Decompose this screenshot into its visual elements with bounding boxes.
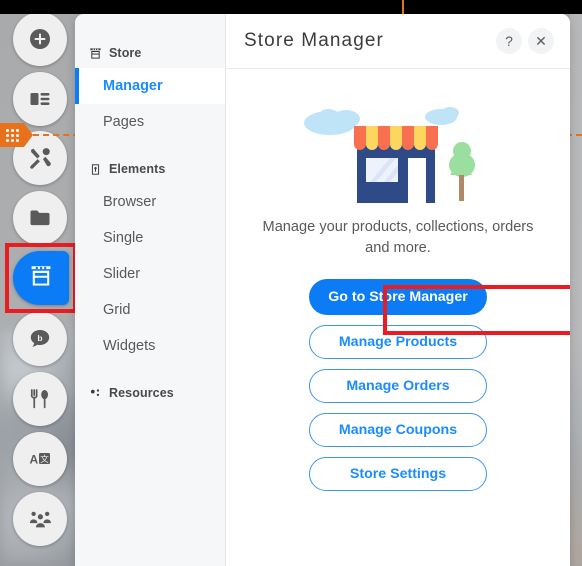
storefront-illustration [298, 93, 498, 203]
grip-dots-icon [5, 128, 19, 142]
store-settings-button[interactable]: Store Settings [309, 457, 487, 491]
manage-coupons-button[interactable]: Manage Coupons [309, 413, 487, 447]
sidebar-item-grid[interactable]: Grid [75, 292, 225, 328]
panel-description: Manage your products, collections, order… [262, 219, 534, 256]
manage-products-button[interactable]: Manage Products [309, 325, 487, 359]
page-background-right-strip [570, 0, 582, 566]
go-to-store-manager-button[interactable]: Go to Store Manager [309, 279, 487, 315]
store-button-highlight-box [5, 243, 77, 313]
add-button[interactable] [13, 12, 67, 66]
translate-button[interactable]: A 文 [13, 432, 67, 486]
sidebar-group-label: Store [109, 46, 142, 60]
sidebar-group-elements: Elements [75, 154, 225, 184]
svg-text:文: 文 [40, 454, 49, 464]
tag-icon [89, 163, 102, 176]
sidebar-item-label: Pages [103, 114, 145, 130]
top-black-bar [0, 0, 582, 14]
people-button[interactable] [13, 492, 67, 546]
left-toolbar: b A 文 [0, 0, 80, 566]
sidebar-item-label: Single [103, 230, 144, 246]
panel-sidebar: Store Manager Pages Elements Browser Sin… [75, 14, 226, 566]
translate-icon: A 文 [28, 447, 52, 471]
close-button[interactable]: ✕ [528, 28, 554, 54]
sidebar-group-label: Resources [109, 386, 174, 400]
screen-root: b A 文 Store Manager Pages Elements Brows… [0, 0, 582, 566]
sidebar-item-manager[interactable]: Manager [75, 68, 225, 104]
page-title: Store Manager [244, 30, 384, 51]
people-group-icon [28, 507, 53, 532]
sidebar-item-label: Browser [103, 194, 157, 210]
top-bar-orange-tick [402, 0, 404, 14]
sidebar-group-label: Elements [109, 162, 166, 176]
sidebar-group-store: Store [75, 38, 225, 68]
sidebar-item-pages[interactable]: Pages [75, 104, 225, 140]
sidebar-group-resources[interactable]: Resources [75, 378, 225, 408]
sidebar-item-label: Widgets [103, 338, 156, 354]
sidebar-item-label: Manager [103, 78, 163, 94]
manage-orders-button[interactable]: Manage Orders [309, 369, 487, 403]
help-button[interactable]: ? [496, 28, 522, 54]
panel-header: Store Manager ? ✕ [226, 14, 570, 69]
panel-content: Store Manager ? ✕ Manage your products, … [226, 14, 570, 566]
store-manager-panel: Store Manager Pages Elements Browser Sin… [75, 14, 570, 566]
store-icon [89, 47, 102, 60]
fork-spoon-icon [28, 387, 52, 411]
folder-button[interactable] [13, 191, 67, 245]
layout-icon [28, 87, 52, 111]
sidebar-item-label: Slider [103, 266, 141, 282]
sidebar-item-browser[interactable]: Browser [75, 184, 225, 220]
panel-body: Manage your products, collections, order… [226, 69, 570, 491]
drag-grip-handle[interactable] [0, 123, 33, 147]
plus-circle-icon [28, 27, 52, 51]
sidebar-item-single[interactable]: Single [75, 220, 225, 256]
tools-icon [28, 146, 53, 171]
chat-bubble-b-icon: b [28, 327, 52, 351]
sidebar-item-label: Grid [103, 302, 131, 318]
restaurant-button[interactable] [13, 372, 67, 426]
blog-button[interactable]: b [13, 312, 67, 366]
layout-button[interactable] [13, 72, 67, 126]
svg-text:b: b [37, 333, 42, 343]
folder-icon [28, 206, 52, 230]
sidebar-item-widgets[interactable]: Widgets [75, 328, 225, 364]
dots-cluster-icon [89, 387, 102, 400]
svg-text:A: A [30, 453, 39, 467]
sidebar-item-slider[interactable]: Slider [75, 256, 225, 292]
